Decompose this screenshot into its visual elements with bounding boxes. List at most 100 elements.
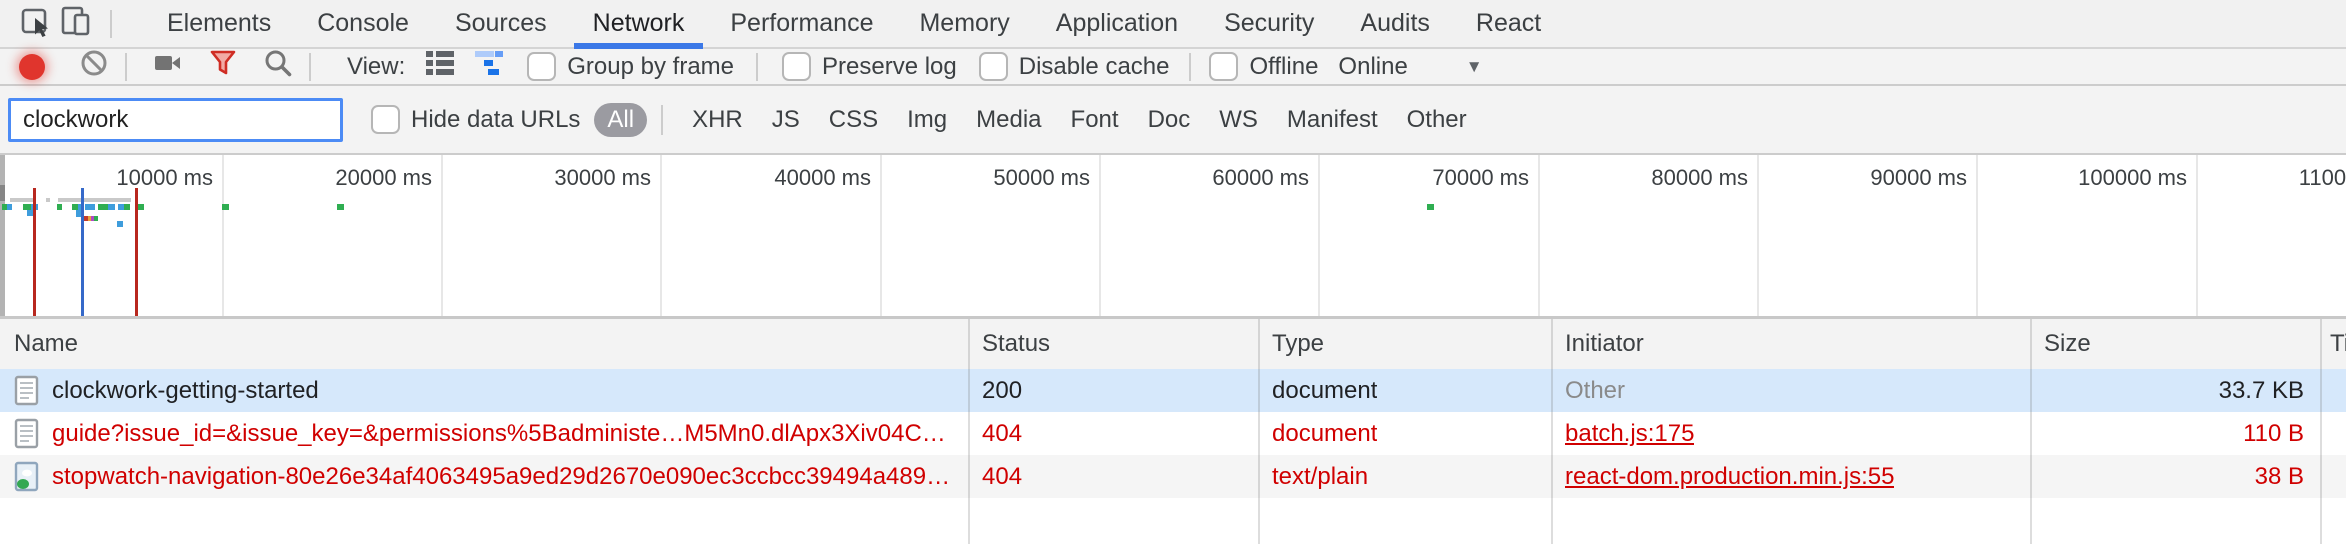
filter-type-doc[interactable]: Doc — [1148, 106, 1191, 134]
tab-console[interactable]: Console — [294, 0, 432, 47]
filter-icon — [209, 49, 237, 84]
column-header-type[interactable]: Type — [1272, 319, 1324, 369]
tab-react[interactable]: React — [1453, 0, 1564, 47]
column-header-name[interactable]: Name — [14, 319, 78, 369]
timeline-tick-label: 70000 ms — [1349, 165, 1529, 191]
toggle-device-toolbar-button[interactable] — [56, 4, 96, 44]
request-status: 200 — [982, 369, 1022, 412]
divider — [125, 53, 127, 81]
document-icon — [13, 418, 40, 449]
filter-type-xhr[interactable]: XHR — [692, 106, 743, 134]
waterfall-mark — [117, 221, 123, 227]
tab-security[interactable]: Security — [1201, 0, 1337, 47]
offline-checkbox[interactable]: Offline — [1209, 52, 1318, 81]
column-header-initiator[interactable]: Initiator — [1565, 319, 1644, 369]
waterfall-mark — [137, 204, 144, 210]
filter-type-other[interactable]: Other — [1407, 106, 1467, 134]
timeline-tick-label: 110000 ms — [2226, 165, 2346, 191]
filter-type-manifest[interactable]: Manifest — [1287, 106, 1378, 134]
column-header-status[interactable]: Status — [982, 319, 1050, 369]
table-header-row: Name Status Type Initiator Size Time — [0, 319, 2346, 370]
timeline-gridline — [1757, 155, 1759, 316]
timeline-gridline — [1538, 155, 1540, 316]
search-button[interactable] — [263, 48, 293, 85]
waterfall-mark — [124, 204, 130, 210]
waterfall-mark — [57, 204, 62, 210]
timeline-tick-label: 60000 ms — [1129, 165, 1309, 191]
filter-input[interactable] — [8, 98, 343, 142]
tab-strip: ElementsConsoleSourcesNetworkPerformance… — [144, 0, 1564, 47]
tab-audits[interactable]: Audits — [1337, 0, 1452, 47]
waterfall-mark — [1427, 204, 1434, 210]
timeline-tick-label: 100000 ms — [2007, 165, 2187, 191]
disable-cache-checkbox[interactable]: Disable cache — [979, 52, 1170, 81]
overview-canvas[interactable]: 10000 ms20000 ms30000 ms40000 ms50000 ms… — [0, 155, 2346, 319]
request-row[interactable]: guide?issue_id=&issue_key=&permissions%5… — [0, 412, 2346, 455]
tab-memory[interactable]: Memory — [896, 0, 1032, 47]
throttling-dropdown[interactable]: Online ▼ — [1338, 53, 1482, 81]
clear-icon — [79, 48, 109, 85]
request-initiator-link[interactable]: batch.js:175 — [1565, 412, 1694, 455]
filter-type-ws[interactable]: WS — [1219, 106, 1258, 134]
tab-elements[interactable]: Elements — [144, 0, 294, 47]
waterfall-mark — [337, 204, 344, 210]
waterfall-mark — [85, 204, 95, 210]
devtools-tab-bar: ElementsConsoleSourcesNetworkPerformance… — [0, 0, 2346, 49]
waterfall-view-button[interactable] — [475, 50, 505, 83]
preserve-log-checkbox[interactable]: Preserve log — [782, 52, 957, 81]
timeline-gridline — [1976, 155, 1978, 316]
timeline-gridline — [2196, 155, 2198, 316]
waterfall-mark — [0, 155, 5, 316]
resource-type-filters: All XHR JS CSS Img Media Font Doc WS Manifest Othe… — [580, 103, 1466, 137]
request-row[interactable]: stopwatch-navigation-80e26e34af4063495a9… — [0, 455, 2346, 498]
column-header-size[interactable]: Size — [2044, 319, 2091, 369]
inspect-element-button[interactable] — [16, 4, 56, 44]
tab-performance[interactable]: Performance — [707, 0, 896, 47]
column-resize-handle[interactable] — [2030, 319, 2032, 544]
waterfall-mark — [7, 204, 12, 210]
column-header-time[interactable]: Time — [2330, 319, 2346, 369]
waterfall-view-icon — [475, 50, 505, 83]
filter-button[interactable] — [209, 49, 237, 84]
list-view-button[interactable] — [425, 50, 455, 83]
filter-type-media[interactable]: Media — [976, 106, 1041, 134]
waterfall-mark — [108, 204, 115, 210]
waterfall-mark — [58, 198, 131, 202]
divider — [661, 105, 663, 135]
checkbox-icon — [979, 52, 1008, 81]
filter-type-js[interactable]: JS — [772, 106, 800, 134]
filter-type-font[interactable]: Font — [1071, 106, 1119, 134]
waterfall-mark — [98, 204, 108, 210]
request-name: stopwatch-navigation-80e26e34af4063495a9… — [52, 455, 950, 498]
tab-network[interactable]: Network — [570, 0, 708, 47]
group-by-frame-checkbox[interactable]: Group by frame — [527, 52, 734, 81]
column-resize-handle[interactable] — [1258, 319, 1260, 544]
request-type: document — [1272, 412, 1377, 455]
checkbox-icon — [527, 52, 556, 81]
column-resize-handle[interactable] — [968, 319, 970, 544]
waterfall-mark — [94, 216, 98, 221]
checkbox-icon — [1209, 52, 1238, 81]
timeline-tick-label: 20000 ms — [252, 165, 432, 191]
timeline-tick-label: 10000 ms — [33, 165, 213, 191]
filter-type-img[interactable]: Img — [907, 106, 947, 134]
column-resize-handle[interactable] — [2320, 319, 2322, 544]
filter-type-css[interactable]: CSS — [829, 106, 878, 134]
request-type: text/plain — [1272, 455, 1368, 498]
tab-application[interactable]: Application — [1033, 0, 1201, 47]
screenshot-icon — [153, 49, 183, 84]
requests-table: Name Status Type Initiator Size Time clockwor… — [0, 319, 2346, 544]
filter-type-all[interactable]: All — [594, 103, 647, 137]
device-toolbar-icon — [60, 5, 92, 42]
capture-screenshots-button[interactable] — [153, 49, 183, 84]
hide-data-urls-checkbox[interactable]: Hide data URLs — [371, 105, 580, 134]
clear-button[interactable] — [79, 48, 109, 85]
divider — [110, 10, 112, 38]
timeline-tick-label: 40000 ms — [691, 165, 871, 191]
request-initiator-link[interactable]: react-dom.production.min.js:55 — [1565, 455, 1894, 498]
tab-sources[interactable]: Sources — [432, 0, 570, 47]
record-icon[interactable] — [19, 54, 45, 80]
request-row[interactable]: clockwork-getting-started200documentOthe… — [0, 369, 2346, 412]
timeline-gridline — [660, 155, 662, 316]
column-resize-handle[interactable] — [1551, 319, 1553, 544]
